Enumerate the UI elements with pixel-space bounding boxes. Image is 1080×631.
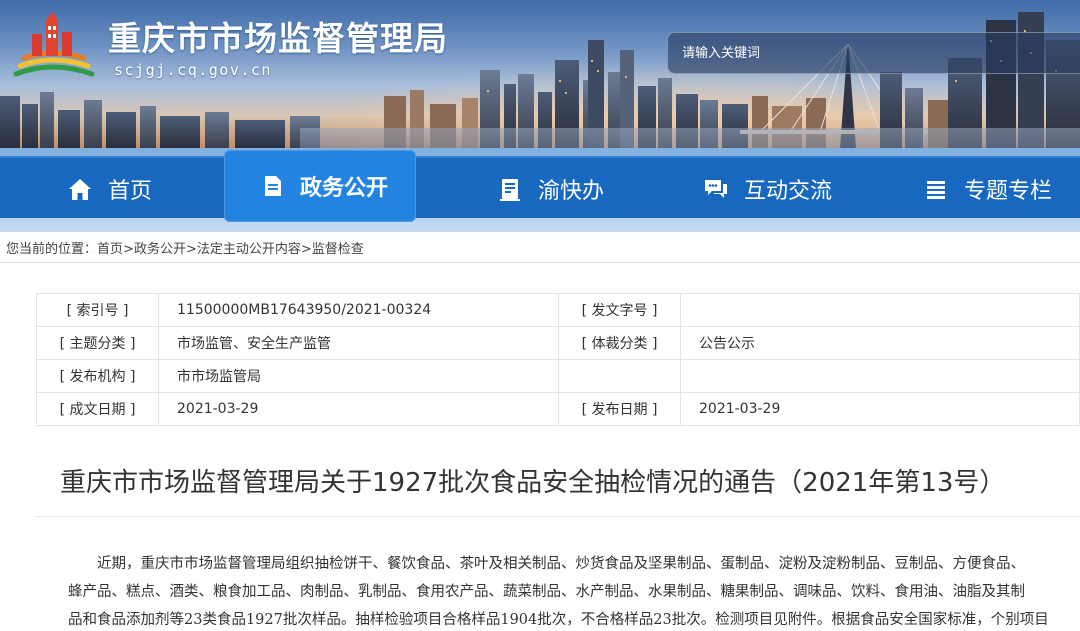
nav-item-home[interactable]: 首页 [66, 158, 152, 220]
article-line: 蜂产品、糕点、酒类、粮食加工品、肉制品、乳制品、食用农产品、蔬菜制品、水产制品、… [68, 584, 1025, 600]
publisher-label: [ 发布机构 ] [36, 359, 159, 393]
chat-icon [705, 180, 727, 198]
publish-date-label: [ 发布日期 ] [558, 392, 681, 426]
index-number-value: 11500000MB17643950/2021-00324 [158, 293, 559, 327]
genre-category-value: 公告公示 [680, 326, 1080, 360]
article-body: 近期，重庆市市场监督管理局组织抽检饼干、餐饮食品、茶叶及相关制品、炒货食品及坚果… [68, 550, 1068, 631]
breadcrumb-inspection[interactable]: 监督检查 [312, 242, 364, 257]
nav-item-label: 首页 [108, 179, 153, 204]
article-line: 品和食品添加剂等23类食品1927批次样品。抽样检验项目合格样品1904批次，不… [68, 612, 1049, 628]
topic-category-label: [ 主题分类 ] [36, 326, 159, 360]
breadcrumb-divider [0, 262, 1080, 263]
written-date-value: 2021-03-29 [158, 392, 559, 426]
breadcrumb: 您当前的位置：首页>政务公开>法定主动公开内容>监督检查 [6, 238, 364, 257]
table-row: [ 发布机构 ] 市市场监管局 [36, 359, 1080, 393]
nav-item-special-topics[interactable]: 专题专栏 [922, 158, 1052, 220]
empty-label [558, 359, 681, 393]
table-row: [ 索引号 ] 11500000MB17643950/2021-00324 [ … [36, 293, 1080, 327]
nav-item-interaction[interactable]: 互动交流 [702, 158, 832, 220]
main-nav: 首页 政务公开 渝快办 互动交流 专题专栏 [0, 150, 1080, 222]
document-info-table: [ 索引号 ] 11500000MB17643950/2021-00324 [ … [36, 293, 1080, 426]
document-icon [265, 176, 281, 196]
genre-category-label: [ 体裁分类 ] [558, 326, 681, 360]
nav-item-label: 互动交流 [744, 179, 833, 204]
list-icon [927, 181, 945, 199]
breadcrumb-home[interactable]: 首页 [97, 242, 123, 257]
index-number-label: [ 索引号 ] [36, 293, 159, 327]
article-line: 近期，重庆市市场监督管理局组织抽检饼干、餐饮食品、茶叶及相关制品、炒货食品及坚果… [97, 556, 1025, 572]
document-number-label: [ 发文字号 ] [558, 293, 681, 327]
document-number-value [680, 293, 1080, 327]
site-title[interactable]: 重庆市市场监督管理局 [108, 12, 448, 60]
title-divider [36, 516, 1080, 517]
topic-category-value: 市场监管、安全生产监管 [158, 326, 559, 360]
table-row: [ 主题分类 ] 市场监管、安全生产监管 [ 体裁分类 ] 公告公示 [36, 326, 1080, 360]
table-row: [ 成文日期 ] 2021-03-29 [ 发布日期 ] 2021-03-29 [36, 392, 1080, 426]
publisher-value: 市市场监管局 [158, 359, 559, 393]
breadcrumb-separator: > [300, 242, 312, 257]
site-header: 重庆市市场监督管理局 scjgj.cq.gov.cn [0, 0, 1080, 148]
breadcrumb-separator: > [123, 242, 134, 257]
breadcrumb-statutory-disclosure[interactable]: 法定主动公开内容 [197, 242, 301, 257]
empty-value [680, 359, 1080, 393]
id-card-icon [500, 179, 520, 201]
site-logo[interactable] [6, 10, 98, 82]
breadcrumb-prefix: 您当前的位置： [6, 242, 98, 257]
nav-item-government-affairs[interactable]: 政务公开 [224, 150, 417, 222]
written-date-label: [ 成文日期 ] [36, 392, 159, 426]
nav-item-label: 渝快办 [538, 179, 605, 204]
site-domain: scjgj.cq.gov.cn [114, 61, 272, 79]
nav-item-yu-kuai-ban[interactable]: 渝快办 [496, 158, 604, 220]
publish-date-value: 2021-03-29 [680, 392, 1080, 426]
nav-item-label: 政务公开 [300, 176, 389, 201]
nav-item-label: 专题专栏 [964, 179, 1053, 204]
breadcrumb-government-affairs[interactable]: 政务公开 [134, 242, 186, 257]
search-input[interactable] [667, 32, 1080, 74]
home-icon [69, 179, 91, 200]
breadcrumb-separator: > [185, 242, 197, 257]
article-title: 重庆市市场监督管理局关于1927批次食品安全抽检情况的通告（2021年第13号） [60, 468, 1006, 498]
